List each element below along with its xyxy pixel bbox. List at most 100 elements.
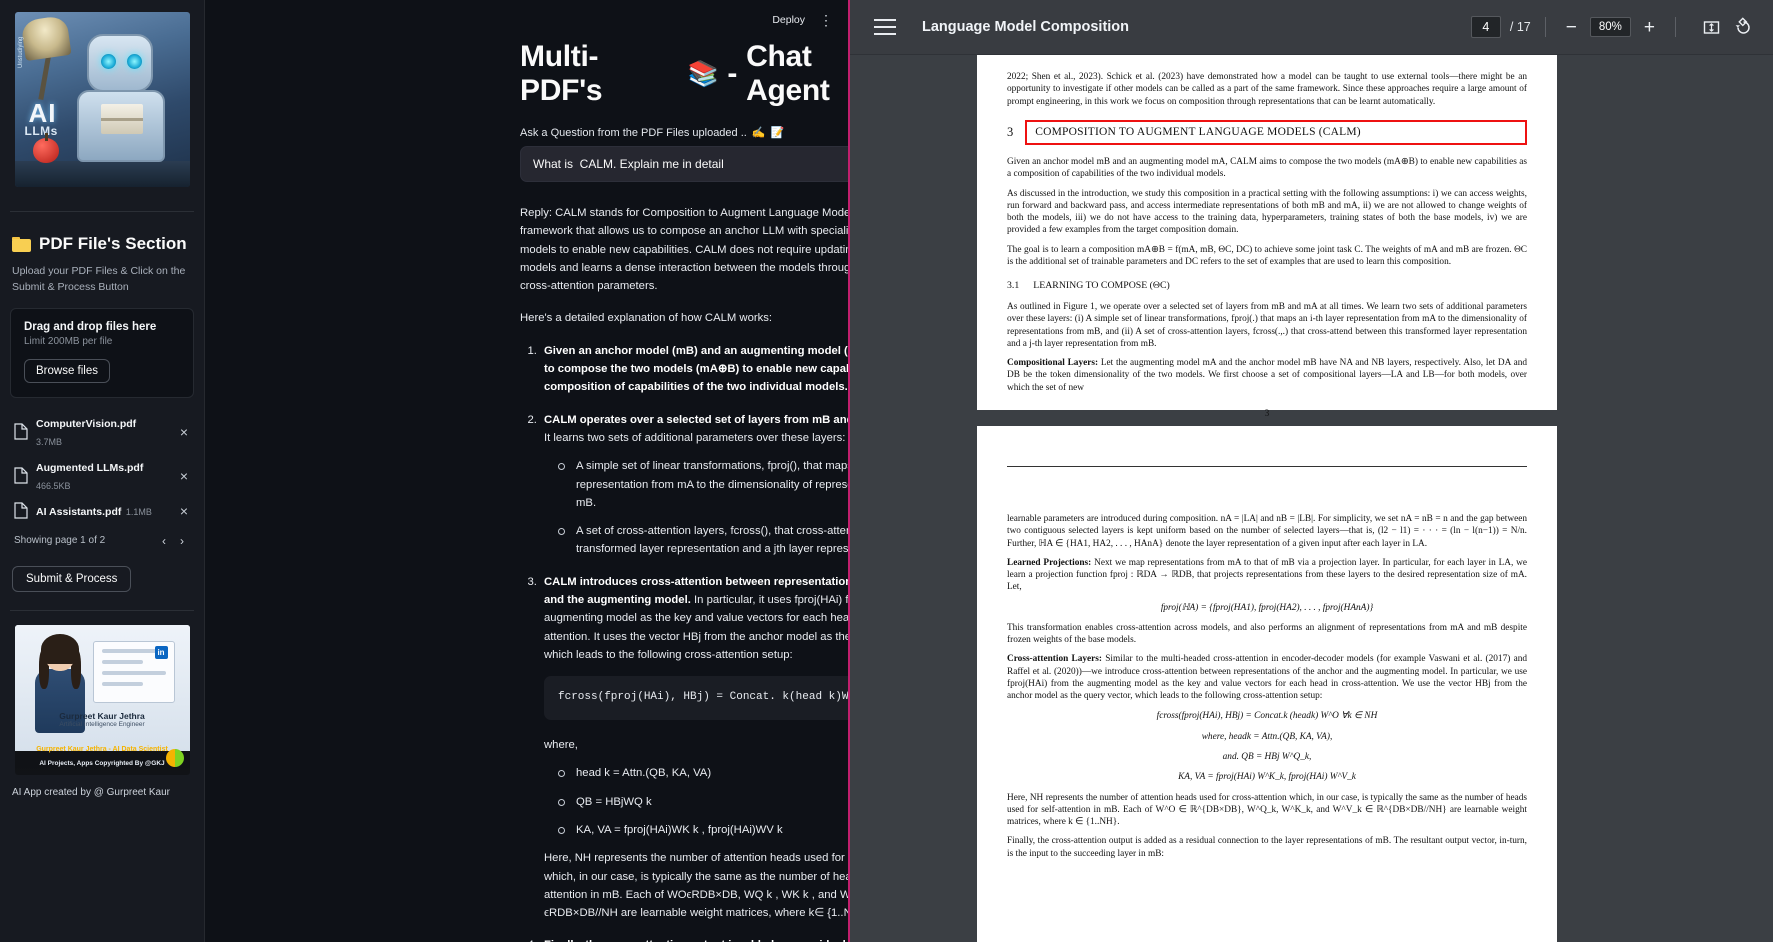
browse-files-button[interactable]: Browse files bbox=[24, 358, 110, 383]
file-name: AI Assistants.pdf bbox=[36, 505, 122, 518]
chat-reply: Reply: CALM stands for Composition to Au… bbox=[520, 204, 848, 942]
pager-status: Showing page 1 of 2 bbox=[14, 535, 106, 546]
author-profile-card: in Gurpreet Kaur Jethra Artificial Intel… bbox=[14, 624, 190, 775]
pdf-equation: fcross(fproj(HAi), HBj) = Concat.k (head… bbox=[1156, 711, 1378, 722]
author-name: Gurpreet Kaur Jethra bbox=[59, 710, 145, 721]
zoom-level-value[interactable]: 80% bbox=[1589, 17, 1631, 37]
author-banner-primary: Gurpreet Kaur Jethra - AI Data Scientist bbox=[36, 745, 168, 753]
pdf-viewer-pane: Language Model Composition / 17 − 80% + … bbox=[848, 0, 1773, 942]
pdf-section-heading: PDF File's Section bbox=[12, 234, 194, 254]
file-icon bbox=[14, 467, 28, 484]
robot-eye-right bbox=[126, 54, 142, 69]
pdf-page-3: 2022; Shen et al., 2023). Schick et al. … bbox=[977, 55, 1557, 418]
pdf-paragraph: The goal is to learn a composition mA⊕B … bbox=[1007, 244, 1527, 267]
books-icon: 📚 bbox=[687, 59, 719, 88]
robot-head-shape bbox=[86, 34, 153, 92]
folder-icon bbox=[12, 236, 31, 252]
app-topbar: Deploy ⋮ bbox=[205, 0, 848, 40]
file-dropzone[interactable]: Drag and drop files here Limit 200MB per… bbox=[10, 307, 194, 398]
page-number-input[interactable] bbox=[1470, 16, 1501, 38]
memo-icon: 📝 bbox=[770, 127, 785, 139]
panel-line bbox=[101, 670, 166, 675]
pdf-equation: fproj(ℍA) = {fproj(HA1), fproj(HA2), . .… bbox=[1160, 602, 1374, 613]
list-item: Finally, the cross-attention output is a… bbox=[540, 936, 848, 942]
pdf-subsection-heading: 3.1 LEARNING TO COMPOSE (ΘC) bbox=[1007, 280, 1527, 293]
pdf-paragraph: Learned Projections: Next we map represe… bbox=[1007, 557, 1527, 594]
fit-page-icon[interactable] bbox=[1702, 18, 1721, 37]
where-label: where, bbox=[544, 739, 578, 752]
remove-file-icon[interactable]: × bbox=[174, 469, 194, 483]
pdf-paragraph: Here, NH represents the number of attent… bbox=[1007, 792, 1527, 828]
panel-line bbox=[101, 659, 144, 664]
hero-illustration: AI LLMs Unstudiying bbox=[14, 12, 190, 187]
hero-vertical-label: Unstudiying bbox=[17, 36, 24, 68]
pdf-paragraph: As discussed in the introduction, we stu… bbox=[1007, 188, 1527, 236]
pdf-page-4: learnable parameters are introduced duri… bbox=[977, 426, 1557, 942]
file-list-pager: Showing page 1 of 2 ‹ › bbox=[14, 534, 192, 548]
pdf-run-in-head: Compositional Layers: bbox=[1007, 358, 1099, 369]
question-label: Ask a Question from the PDF Files upload… bbox=[520, 126, 848, 140]
sidebar-divider-bottom bbox=[10, 609, 194, 611]
step-bold: Given an anchor model (mB) and an augmen… bbox=[544, 344, 848, 394]
main-content: Deploy ⋮ Multi-PDF's 📚 - Chat Agent 🤖 As… bbox=[205, 0, 848, 942]
question-input[interactable] bbox=[520, 146, 848, 182]
pdf-toolbar: Language Model Composition / 17 − 80% + bbox=[850, 0, 1773, 55]
pdf-scroll-area[interactable]: 2022; Shen et al., 2023). Schick et al. … bbox=[850, 55, 1773, 942]
books-shape bbox=[100, 104, 143, 134]
apple-icon bbox=[32, 133, 59, 163]
file-size: 466.5KB bbox=[36, 480, 71, 491]
list-item: CALM introduces cross-attention between … bbox=[540, 573, 848, 923]
deploy-button[interactable]: Deploy bbox=[772, 14, 805, 26]
list-item: CALM operates over a selected set of lay… bbox=[540, 411, 848, 559]
zoom-in-button[interactable]: + bbox=[1638, 18, 1661, 37]
rotate-icon[interactable] bbox=[1733, 17, 1753, 37]
sub-list: A simple set of linear transformations, … bbox=[544, 457, 848, 558]
where-list: head k = Attn.(QB, KA, VA) QB = HBjWQ k … bbox=[544, 764, 848, 839]
pager-prev-icon[interactable]: ‹ bbox=[162, 534, 166, 548]
file-icon bbox=[14, 502, 28, 519]
remove-file-icon[interactable]: × bbox=[174, 425, 194, 439]
pdf-section-title-text: PDF File's Section bbox=[39, 234, 187, 253]
dropzone-title: Drag and drop files here bbox=[24, 320, 157, 333]
submit-process-button[interactable]: Submit & Process bbox=[12, 565, 132, 592]
pdf-paragraph: learnable parameters are introduced duri… bbox=[1007, 514, 1527, 549]
pdf-paragraph: Finally, the cross-attention output is a… bbox=[1007, 836, 1527, 859]
hamburger-menu-icon[interactable] bbox=[874, 19, 896, 35]
file-name: ComputerVision.pdf bbox=[36, 417, 137, 430]
reply-steps-list: Given an anchor model (mB) and an augmen… bbox=[520, 342, 848, 942]
code-block: fcross(fproj(HAi), HBj) = Concat. k(head… bbox=[544, 676, 848, 721]
remove-file-icon[interactable]: × bbox=[174, 504, 194, 518]
file-icon bbox=[14, 423, 28, 440]
pager-next-icon[interactable]: › bbox=[180, 534, 184, 548]
pdf-paragraph: Cross-attention Layers: Similar to the m… bbox=[1007, 653, 1527, 702]
step-bold: CALM operates over a selected set of lay… bbox=[544, 413, 848, 426]
file-size: 1.1MB bbox=[125, 506, 152, 517]
kebab-menu-icon[interactable]: ⋮ bbox=[819, 13, 834, 27]
pdf-page-body: learnable parameters are introduced duri… bbox=[1007, 513, 1527, 860]
linkedin-icon: in bbox=[154, 645, 168, 659]
list-item: head k = Attn.(QB, KA, VA) bbox=[550, 764, 848, 782]
pdf-paragraph: Given an anchor model mB and an augmenti… bbox=[1007, 156, 1527, 180]
author-role: Artificial Intelligence Engineer bbox=[59, 720, 145, 728]
file-meta: ComputerVision.pdf 3.7MB bbox=[36, 414, 166, 450]
zoom-out-button[interactable]: − bbox=[1560, 18, 1583, 37]
pdf-document-title: Language Model Composition bbox=[922, 19, 1130, 35]
brand-logo-icon bbox=[165, 748, 184, 767]
page-title-dash: - bbox=[727, 57, 738, 90]
step-rest: It learns two sets of additional paramet… bbox=[544, 431, 846, 444]
chat-column: Multi-PDF's 📚 - Chat Agent 🤖 Ask a Quest… bbox=[520, 40, 848, 942]
pdf-header-rule bbox=[1007, 466, 1527, 467]
pdf-equation: where, headk = Attn.(QB, KA, VA), bbox=[1201, 731, 1333, 742]
list-item: AI Assistants.pdf 1.1MB × bbox=[10, 498, 194, 524]
page-title: Multi-PDF's 📚 - Chat Agent 🤖 bbox=[520, 40, 848, 108]
robot-eye-left bbox=[100, 54, 116, 69]
pdf-section-heading: 3 COMPOSITION TO AUGMENT LANGUAGE MODELS… bbox=[1007, 119, 1527, 145]
pdf-section-number: 3 bbox=[1007, 125, 1014, 140]
file-meta: AI Assistants.pdf 1.1MB bbox=[36, 502, 166, 520]
page-title-part2: Chat Agent bbox=[746, 40, 830, 107]
writing-hand-icon: ✍️ bbox=[751, 127, 766, 139]
pager-arrows: ‹ › bbox=[162, 534, 192, 548]
step-tail-text: Here, NH represents the number of attent… bbox=[544, 852, 848, 920]
list-item: QB = HBjWQ k bbox=[550, 793, 848, 811]
lamp-icon bbox=[19, 14, 72, 62]
